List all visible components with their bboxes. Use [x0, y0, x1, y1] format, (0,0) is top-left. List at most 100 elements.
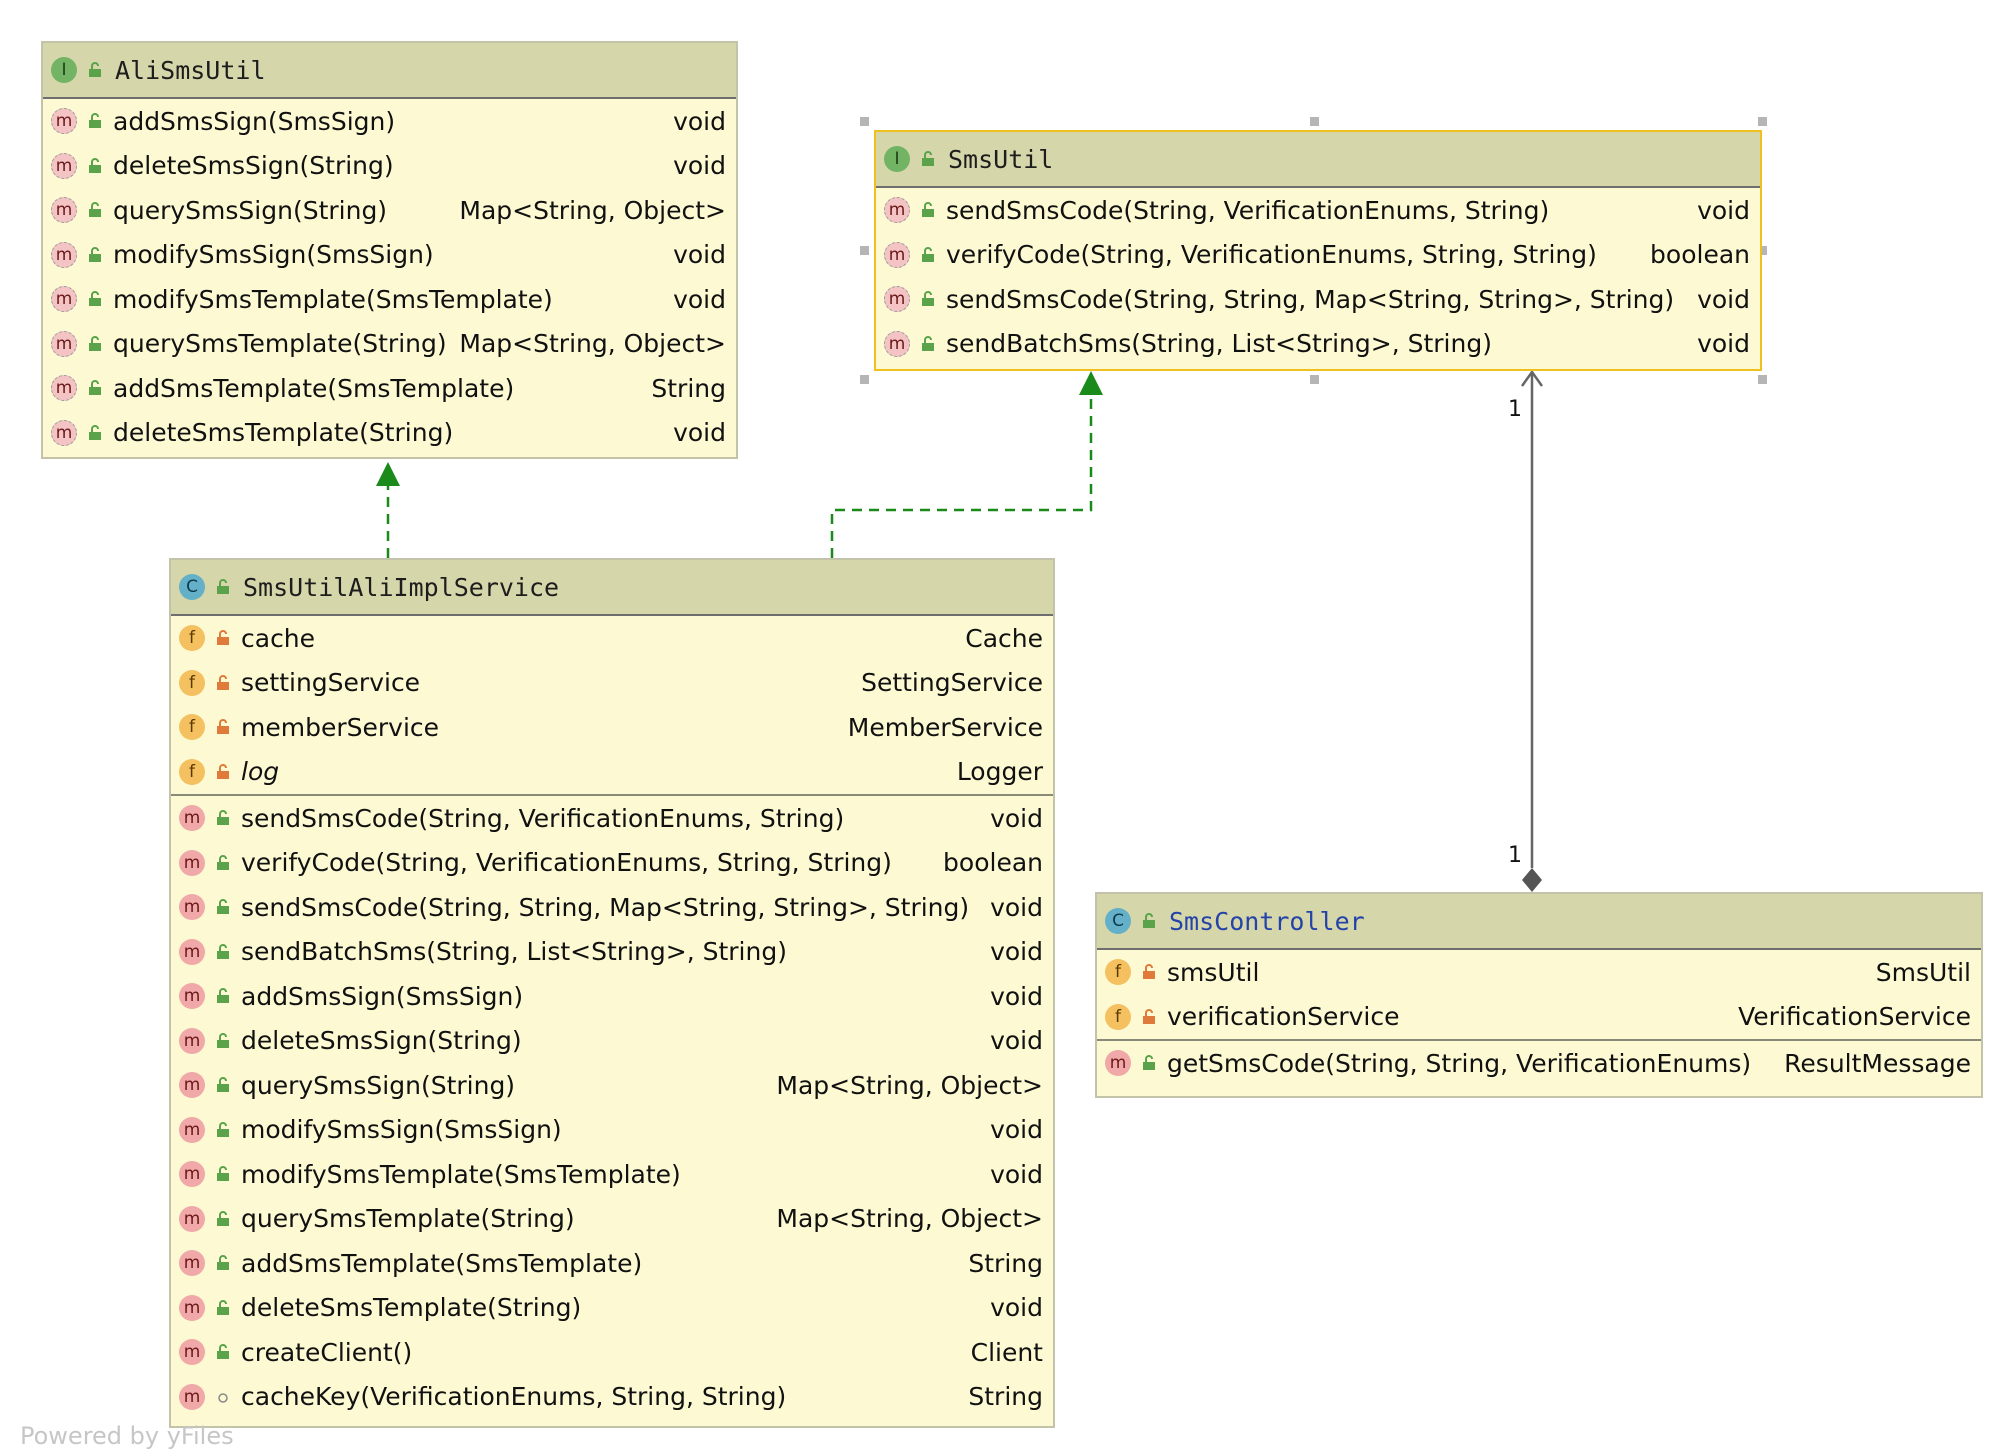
- field-type: Cache: [965, 623, 1043, 653]
- method-row[interactable]: m modifySmsTemplate(SmsTemplate) void: [43, 277, 736, 322]
- class-box-smsutil[interactable]: I SmsUtil m sendSmsCode(String, Verificat…: [874, 130, 1762, 371]
- realization-edge-smsutil[interactable]: [830, 395, 1093, 558]
- method-row[interactable]: m modifySmsTemplate(SmsTemplate) void: [171, 1152, 1053, 1197]
- public-visibility-icon: [215, 1077, 231, 1093]
- class-icon: C: [1105, 908, 1131, 934]
- field-row[interactable]: f log Logger: [171, 750, 1053, 795]
- selection-handle[interactable]: [1758, 375, 1767, 384]
- method-icon: m: [179, 1294, 205, 1321]
- field-row[interactable]: f cache Cache: [171, 616, 1053, 661]
- method-row[interactable]: m deleteSmsSign(String) void: [171, 1019, 1053, 1064]
- public-visibility-icon: [87, 202, 103, 218]
- method-row[interactable]: m sendSmsCode(String, String, Map<String,…: [876, 277, 1760, 322]
- public-visibility-icon: [920, 246, 936, 263]
- field-name: cache: [241, 623, 316, 653]
- selection-handle[interactable]: [860, 246, 869, 255]
- return-type: void: [673, 240, 726, 270]
- field-row[interactable]: f verificationService VerificationService: [1097, 995, 1981, 1040]
- method-icon: m: [51, 286, 77, 313]
- method-row[interactable]: m modifySmsSign(SmsSign) void: [43, 233, 736, 278]
- return-type: void: [990, 1026, 1043, 1056]
- class-header[interactable]: I AliSmsUtil: [43, 43, 736, 99]
- return-type: Map<String, Object>: [459, 329, 726, 359]
- method-row[interactable]: m deleteSmsSign(String) void: [43, 144, 736, 189]
- field-name: settingService: [241, 668, 421, 698]
- method-row[interactable]: m querySmsSign(String) Map<String, Object>: [171, 1063, 1053, 1108]
- method-icon: m: [179, 1027, 205, 1054]
- method-signature: modifySmsTemplate(SmsTemplate): [241, 1159, 681, 1189]
- method-row[interactable]: m getSmsCode(String, String, Verification…: [1097, 1041, 1981, 1086]
- method-icon: m: [179, 1161, 205, 1188]
- method-signature: modifySmsSign(SmsSign): [241, 1115, 562, 1145]
- method-row[interactable]: m sendBatchSms(String, List<String>, Stri…: [171, 930, 1053, 975]
- return-type: void: [990, 803, 1043, 833]
- selection-handle[interactable]: [1310, 117, 1319, 126]
- method-row[interactable]: m querySmsSign(String) Map<String, Object>: [43, 188, 736, 233]
- method-row[interactable]: m querySmsTemplate(String) Map<String, Obj…: [171, 1197, 1053, 1242]
- return-type: void: [990, 892, 1043, 922]
- public-visibility-icon: [215, 899, 231, 915]
- method-row[interactable]: m sendBatchSms(String, List<String>, Stri…: [876, 322, 1760, 367]
- method-signature: getSmsCode(String, String, VerificationE…: [1167, 1048, 1752, 1078]
- method-row[interactable]: m cacheKey(VerificationEnums, String, Str…: [171, 1375, 1053, 1420]
- method-signature: querySmsTemplate(String): [113, 329, 447, 359]
- method-signature: verifyCode(String, VerificationEnums, St…: [946, 240, 1597, 270]
- class-header[interactable]: C SmsUtilAliImplService: [171, 560, 1053, 616]
- class-box-smscontroller[interactable]: C SmsController f smsUtil SmsUtil f verifica…: [1095, 892, 1983, 1098]
- method-row[interactable]: m sendSmsCode(String, VerificationEnums, …: [876, 188, 1760, 233]
- class-header[interactable]: I SmsUtil: [876, 132, 1760, 188]
- method-icon: m: [179, 1383, 205, 1410]
- field-name: smsUtil: [1167, 957, 1260, 987]
- method-signature: deleteSmsSign(String): [113, 151, 394, 181]
- public-visibility-icon: [1141, 1055, 1157, 1071]
- method-signature: deleteSmsSign(String): [241, 1026, 522, 1056]
- class-box-smsutilaliimplservice[interactable]: C SmsUtilAliImplService f cache Cache f sett…: [169, 558, 1055, 1428]
- public-visibility-icon: [215, 1210, 231, 1227]
- class-box-alismsutil[interactable]: I AliSmsUtil m addSmsSign(SmsSign) void m de…: [41, 41, 738, 459]
- method-row[interactable]: m modifySmsSign(SmsSign) void: [171, 1108, 1053, 1153]
- class-header[interactable]: C SmsController: [1097, 894, 1981, 950]
- field-row[interactable]: f smsUtil SmsUtil: [1097, 950, 1981, 995]
- public-visibility-icon: [215, 854, 231, 871]
- field-row[interactable]: f settingService SettingService: [171, 661, 1053, 706]
- method-row[interactable]: m addSmsTemplate(SmsTemplate) String: [171, 1241, 1053, 1286]
- method-icon: m: [884, 197, 910, 224]
- method-row[interactable]: m deleteSmsTemplate(String) void: [171, 1286, 1053, 1331]
- public-visibility-icon: [215, 1255, 231, 1271]
- method-row[interactable]: m createClient() Client: [171, 1330, 1053, 1375]
- field-row[interactable]: f memberService MemberService: [171, 705, 1053, 750]
- selection-handle[interactable]: [860, 375, 869, 384]
- method-signature: verifyCode(String, VerificationEnums, St…: [241, 848, 892, 878]
- method-signature: querySmsSign(String): [241, 1070, 516, 1100]
- field-type: Logger: [956, 757, 1043, 787]
- method-row[interactable]: m querySmsTemplate(String) Map<String, Obj…: [43, 322, 736, 367]
- method-icon: m: [51, 108, 77, 135]
- method-icon: m: [51, 197, 77, 224]
- method-signature: sendBatchSms(String, List<String>, Strin…: [241, 937, 787, 967]
- method-icon: m: [51, 375, 77, 402]
- method-row[interactable]: m verifyCode(String, VerificationEnums, S…: [171, 841, 1053, 886]
- return-type: String: [968, 1248, 1043, 1278]
- return-type: ResultMessage: [1784, 1048, 1971, 1078]
- method-row[interactable]: m addSmsSign(SmsSign) void: [43, 99, 736, 144]
- method-row[interactable]: m addSmsTemplate(SmsTemplate) String: [43, 366, 736, 411]
- return-type: String: [651, 373, 726, 403]
- method-signature: modifySmsSign(SmsSign): [113, 240, 434, 270]
- multiplicity-target: 1: [1508, 397, 1522, 422]
- method-row[interactable]: m addSmsSign(SmsSign) void: [171, 974, 1053, 1019]
- method-row[interactable]: m verifyCode(String, VerificationEnums, S…: [876, 233, 1760, 278]
- interface-icon: I: [51, 57, 77, 83]
- method-row[interactable]: m sendSmsCode(String, VerificationEnums, …: [171, 796, 1053, 841]
- method-signature: addSmsSign(SmsSign): [241, 981, 524, 1011]
- method-row[interactable]: m sendSmsCode(String, String, Map<String,…: [171, 885, 1053, 930]
- method-row[interactable]: m deleteSmsTemplate(String) void: [43, 411, 736, 456]
- field-icon: f: [179, 669, 205, 696]
- public-visibility-icon: [215, 1299, 231, 1316]
- method-icon: m: [179, 1116, 205, 1143]
- selection-handle[interactable]: [1758, 117, 1767, 126]
- selection-handle[interactable]: [1310, 375, 1319, 384]
- public-visibility-icon: [215, 1121, 231, 1138]
- selection-handle[interactable]: [860, 117, 869, 126]
- method-icon: m: [179, 849, 205, 876]
- method-icon: m: [51, 241, 77, 268]
